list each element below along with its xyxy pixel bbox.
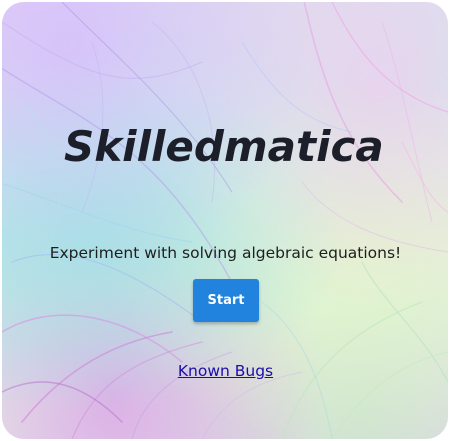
- app-title: Skilledmatica: [64, 122, 384, 171]
- known-bugs-link[interactable]: Known Bugs: [2, 362, 448, 380]
- start-button[interactable]: Start: [193, 279, 259, 322]
- main-card: Skilledmatica Experiment with solving al…: [2, 2, 448, 439]
- tagline: Experiment with solving algebraic equati…: [49, 244, 402, 262]
